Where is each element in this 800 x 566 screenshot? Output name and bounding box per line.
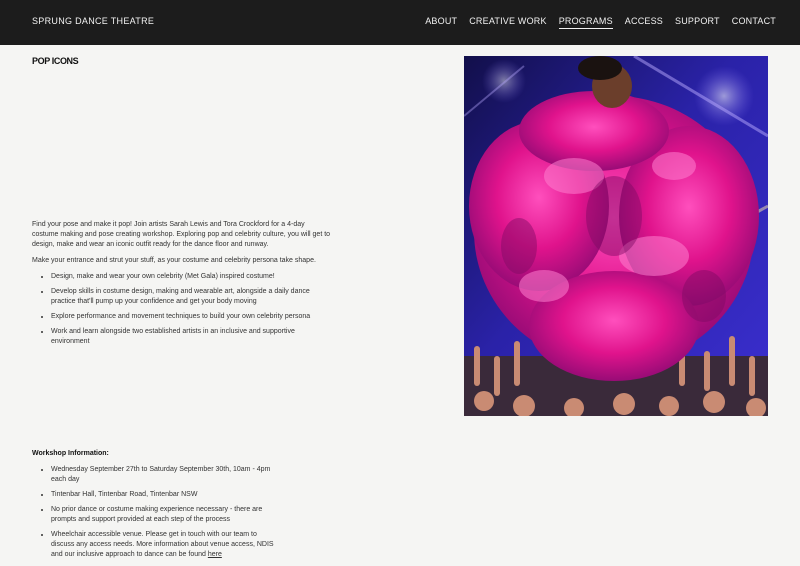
list-item: Explore performance and movement techniq… (51, 312, 332, 322)
intro-list: Design, make and wear your own celebrity… (32, 272, 332, 347)
workshop-info-heading: Workshop Information: (32, 450, 109, 457)
list-item: Develop skills in costume design, making… (51, 287, 332, 307)
list-item: Design, make and wear your own celebrity… (51, 272, 332, 282)
nav-item-creative-work[interactable]: CREATIVE WORK (469, 16, 546, 29)
access-info-link[interactable]: here (208, 551, 222, 558)
intro-paragraph: Make your entrance and strut your stuff,… (32, 257, 316, 264)
workshop-info-list: Wednesday September 27th to Saturday Sep… (32, 465, 280, 560)
page-title: POP ICONS (32, 56, 79, 66)
hero-image (464, 56, 768, 416)
nav-item-support[interactable]: SUPPORT (675, 16, 720, 29)
main-nav: ABOUT CREATIVE WORK PROGRAMS ACCESS SUPP… (413, 16, 776, 29)
nav-item-about[interactable]: ABOUT (425, 16, 457, 29)
list-item-venue: Tintenbar Hall, Tintenbar Road, Tintenba… (51, 490, 280, 500)
list-item-experience: No prior dance or costume making experie… (51, 505, 280, 525)
list-item: Work and learn alongside two established… (51, 327, 332, 347)
workshop-info-section: Workshop Information: Wednesday Septembe… (32, 449, 280, 565)
access-text: Wheelchair accessible venue. Please get … (51, 531, 274, 558)
intro-section: Find your pose and make it pop! Join art… (32, 220, 332, 352)
brand-logo-link[interactable]: SPRUNG DANCE THEATRE (32, 16, 154, 26)
nav-item-contact[interactable]: CONTACT (732, 16, 776, 29)
list-item-access: Wheelchair accessible venue. Please get … (51, 530, 280, 560)
nav-item-access[interactable]: ACCESS (625, 16, 663, 29)
intro-paragraph: Find your pose and make it pop! Join art… (32, 221, 331, 248)
nav-item-programs[interactable]: PROGRAMS (558, 16, 613, 29)
list-item-dates: Wednesday September 27th to Saturday Sep… (51, 465, 280, 485)
hero-photo-illustration (464, 56, 768, 416)
site-header: SPRUNG DANCE THEATRE ABOUT CREATIVE WORK… (0, 0, 800, 45)
